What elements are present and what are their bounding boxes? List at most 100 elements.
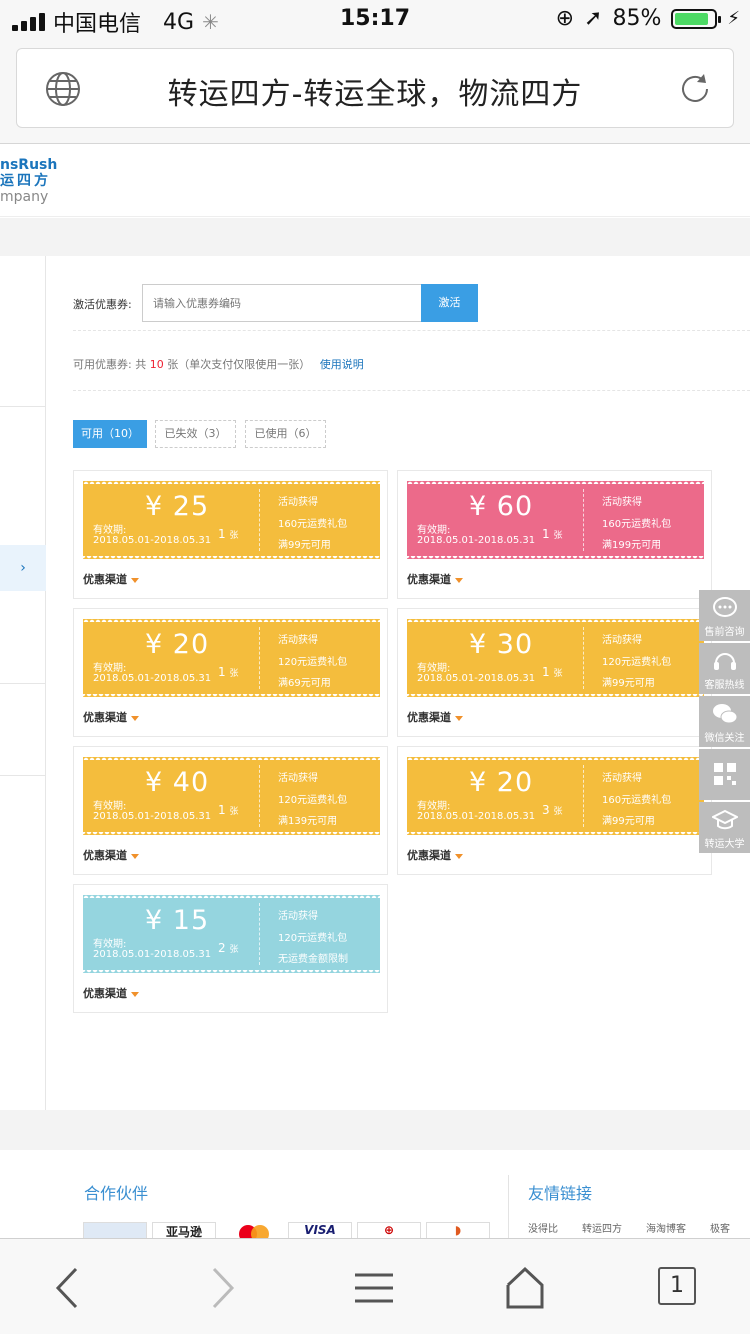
coupon-count: 1	[218, 665, 226, 679]
wechat-icon	[713, 704, 738, 724]
tab-used[interactable]: 已使用（6）	[245, 420, 326, 448]
footer-divider	[508, 1175, 509, 1245]
coupon-quantity: 1 张	[542, 527, 562, 541]
logo-text-en: nsRush	[0, 157, 58, 173]
friend-link[interactable]: 转运四方	[582, 1220, 622, 1235]
battery-percent: 85%	[612, 6, 662, 31]
coupon-validity-label: 有效期:	[417, 663, 451, 674]
coupon-source: 活动获得	[278, 635, 318, 646]
coupon-card[interactable]: ¥ 15 有效期: 2018.05.01-2018.05.31 2 张 活动获得 120元…	[73, 884, 388, 1013]
forward-icon[interactable]	[196, 1263, 246, 1313]
coupon-condition: 满69元可用	[278, 678, 331, 689]
transfer-university-button[interactable]: 转运大学	[699, 802, 750, 853]
caret-down-icon	[455, 715, 463, 721]
coupon-card[interactable]: ¥ 30 有效期: 2018.05.01-2018.05.31 1 张 活动获得 120元…	[397, 608, 712, 737]
nav-band	[0, 218, 750, 256]
coupon-unit: 张	[553, 807, 563, 817]
sidebar: ›	[0, 256, 46, 1110]
site-logo[interactable]: nsRush 运四方 mpany	[0, 157, 57, 205]
coupon-channel-dropdown[interactable]: 优惠渠道	[83, 571, 139, 587]
usage-instructions-link[interactable]: 使用说明	[320, 358, 364, 371]
coupon-channel-dropdown[interactable]: 优惠渠道	[83, 847, 139, 863]
coupon-ticket: ¥ 25 有效期: 2018.05.01-2018.05.31 1 张 活动获得 160元…	[83, 480, 380, 559]
coupon-unit: 张	[553, 531, 563, 541]
sidebar-divider	[0, 683, 46, 684]
chevron-right-icon: ›	[20, 560, 26, 576]
back-icon[interactable]	[44, 1263, 94, 1313]
friend-link[interactable]: 没得比	[528, 1220, 558, 1235]
coupon-source: 活动获得	[278, 497, 318, 508]
coupon-validity-label: 有效期:	[93, 663, 127, 674]
wechat-follow-button[interactable]: 微信关注	[699, 696, 750, 747]
coupon-validity-dates: 2018.05.01-2018.05.31	[417, 673, 536, 684]
logo-text-cn: 运四方	[0, 173, 51, 189]
coupon-separator	[583, 627, 584, 689]
coupon-source: 活动获得	[602, 497, 642, 508]
coupon-separator	[583, 489, 584, 551]
coupon-package: 120元运费礼包	[278, 933, 348, 944]
coupon-source: 活动获得	[278, 911, 318, 922]
coupon-channel-dropdown[interactable]: 优惠渠道	[407, 847, 463, 863]
logo-text-company: mpany	[0, 189, 49, 205]
coupon-ticket: ¥ 15 有效期: 2018.05.01-2018.05.31 2 张 活动获得 120元…	[83, 894, 380, 973]
coupon-card[interactable]: ¥ 20 有效期: 2018.05.01-2018.05.31 3 张 活动获得 160元…	[397, 746, 712, 875]
address-bar[interactable]: 转运四方-转运全球，物流四方	[16, 48, 734, 128]
coupon-code-input[interactable]	[142, 284, 422, 322]
coupon-validity-label: 有效期:	[93, 939, 127, 950]
coupon-amount: ¥ 15	[145, 905, 210, 936]
coupon-channel-dropdown[interactable]: 优惠渠道	[407, 571, 463, 587]
coupon-package: 120元运费礼包	[278, 657, 348, 668]
coupon-count: 1	[542, 665, 550, 679]
reload-icon[interactable]	[677, 71, 713, 107]
sidebar-item-coupons[interactable]: ›	[0, 545, 46, 591]
browser-bottom-bar: 1	[0, 1238, 750, 1334]
coupon-card[interactable]: ¥ 25 有效期: 2018.05.01-2018.05.31 1 张 活动获得 160元…	[73, 470, 388, 599]
divider	[73, 330, 750, 331]
coupon-channel-dropdown[interactable]: 优惠渠道	[407, 709, 463, 725]
coupon-condition: 满99元可用	[602, 816, 655, 827]
friend-link[interactable]: 极客	[710, 1220, 730, 1235]
presales-consult-button[interactable]: 售前咨询	[699, 590, 750, 641]
available-suffix: 张（单次支付仅限使用一张）	[167, 358, 311, 371]
coupon-validity-dates: 2018.05.01-2018.05.31	[93, 949, 212, 960]
coupon-validity-label: 有效期:	[93, 525, 127, 536]
home-icon[interactable]	[500, 1263, 550, 1313]
tabs-button[interactable]: 1	[658, 1267, 696, 1305]
service-hotline-button[interactable]: 客服热线	[699, 643, 750, 694]
coupon-package: 160元运费礼包	[602, 795, 672, 806]
coupon-channel-dropdown[interactable]: 优惠渠道	[83, 709, 139, 725]
friend-link[interactable]: 海淘博客	[646, 1220, 686, 1235]
coupon-channel-label: 优惠渠道	[83, 849, 127, 862]
coupon-separator	[259, 903, 260, 965]
coupon-quantity: 3 张	[542, 803, 562, 817]
caret-down-icon	[131, 991, 139, 997]
menu-icon[interactable]	[349, 1263, 399, 1313]
activate-button[interactable]: 激活	[421, 284, 478, 322]
coupon-separator	[259, 627, 260, 689]
available-count: 10	[149, 358, 164, 371]
coupon-quantity: 1 张	[542, 665, 562, 679]
sidebar-divider	[0, 775, 46, 776]
floating-toolbar: 售前咨询 客服热线 微信关注 转运大学	[699, 590, 750, 855]
coupon-card[interactable]: ¥ 20 有效期: 2018.05.01-2018.05.31 1 张 活动获得 120元…	[73, 608, 388, 737]
coupon-channel-dropdown[interactable]: 优惠渠道	[83, 985, 139, 1001]
coupon-unit: 张	[553, 669, 563, 679]
coupon-package: 160元运费礼包	[278, 519, 348, 530]
qr-code-button[interactable]	[699, 749, 750, 800]
coupon-ticket: ¥ 30 有效期: 2018.05.01-2018.05.31 1 张 活动获得 120元…	[407, 618, 704, 697]
coupon-quantity: 1 张	[218, 527, 238, 541]
coupon-count: 1	[218, 527, 226, 541]
tab-available[interactable]: 可用（10）	[73, 420, 147, 448]
coupon-card[interactable]: ¥ 60 有效期: 2018.05.01-2018.05.31 1 张 活动获得 160元…	[397, 470, 712, 599]
footer-band	[0, 1110, 750, 1150]
coupon-count: 2	[218, 941, 226, 955]
location-arrow-icon: ➚	[584, 6, 603, 31]
coupon-separator	[259, 489, 260, 551]
coupon-card[interactable]: ¥ 40 有效期: 2018.05.01-2018.05.31 1 张 活动获得 120元…	[73, 746, 388, 875]
coupon-package: 120元运费礼包	[602, 657, 672, 668]
coupon-validity-dates: 2018.05.01-2018.05.31	[417, 535, 536, 546]
coupon-validity-label: 有效期:	[417, 525, 451, 536]
status-bar: 中国电信 4G ✳ 15:17 ⊕ ➚ 85% ⚡	[0, 0, 750, 40]
coupon-quantity: 2 张	[218, 941, 238, 955]
tab-expired[interactable]: 已失效（3）	[155, 420, 236, 448]
